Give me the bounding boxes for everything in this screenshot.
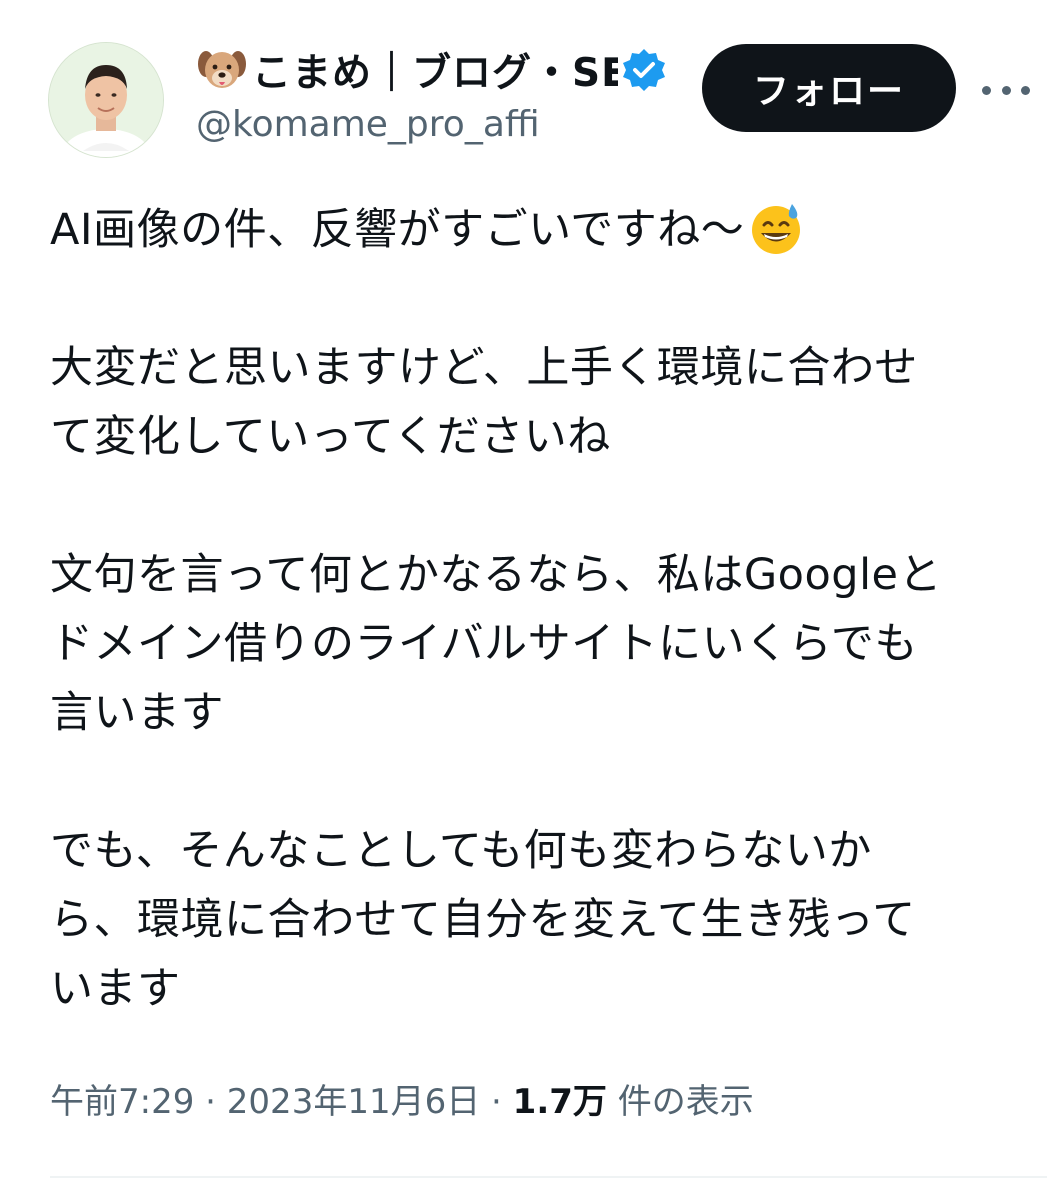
tweet-paragraph: AI画像の件、反響がすごいですね〜 xyxy=(50,196,1025,265)
tweet-date[interactable]: 2023年11月6日 xyxy=(227,1082,480,1122)
tweet-line-text: AI画像の件、反響がすごいですね〜 xyxy=(50,205,745,255)
views-count[interactable]: 1.7万 xyxy=(513,1082,607,1122)
meta-separator: · xyxy=(205,1082,216,1122)
tweet-paragraph: 大変だと思いますけど、上手く環境に合わせ て変化していってくださいね xyxy=(50,334,1025,472)
tweet-line: AI画像の件、反響がすごいですね〜 xyxy=(50,196,1025,265)
more-dots-icon xyxy=(1021,85,1030,95)
divider xyxy=(50,1176,1047,1178)
tweet-line: でも、そんなことしても何も変わらないか xyxy=(50,826,872,876)
tweet-time[interactable]: 午前7:29 xyxy=(50,1082,194,1122)
more-dots-icon xyxy=(1001,85,1011,95)
verified-badge-icon[interactable] xyxy=(620,46,668,94)
author-name-row: こまめ｜ブログ・SE xyxy=(196,40,668,100)
tweet-paragraph: 文句を言って何とかなるなら、私はGoogleと ドメイン借りのライバルサイトにい… xyxy=(50,541,1025,748)
more-options-button[interactable] xyxy=(982,70,1030,110)
meta-separator: · xyxy=(491,1082,502,1122)
tweet-line: ら、環境に合わせて自分を変えて生き残って xyxy=(50,895,916,945)
tweet-meta: 午前7:29 · 2023年11月6日 · 1.7万 件の表示 xyxy=(50,1074,754,1123)
tweet-text: AI画像の件、反響がすごいですね〜 大変だと思いますけど、上手く環境に合わせ て… xyxy=(50,196,1025,1024)
tweet-line: います xyxy=(50,964,181,1014)
tweet-line: て変化していってくださいね xyxy=(50,412,611,462)
avatar[interactable] xyxy=(48,42,164,158)
more-dots-icon xyxy=(982,85,991,95)
tweet-line: ドメイン借りのライバルサイトにいくらでも xyxy=(50,619,918,669)
follow-button[interactable]: フォロー xyxy=(702,44,956,132)
tweet-line: 大変だと思いますけど、上手く環境に合わせ xyxy=(50,343,918,393)
dog-face-icon xyxy=(196,44,248,96)
views-label: 件の表示 xyxy=(617,1082,754,1122)
tweet-container: こまめ｜ブログ・SE @komame_pro_affi フォロー AI画像の件、… xyxy=(0,0,1047,1180)
tweet-paragraph: でも、そんなことしても何も変わらないか ら、環境に合わせて自分を変えて生き残って… xyxy=(50,817,1025,1024)
author-handle[interactable]: @komame_pro_affi xyxy=(196,104,540,145)
tweet-line: 文句を言って何とかなるなら、私はGoogleと xyxy=(50,550,942,600)
author-display-name[interactable]: こまめ｜ブログ・SE xyxy=(252,42,618,98)
grinning-face-with-sweat-icon xyxy=(748,200,804,256)
tweet-line: 言います xyxy=(50,688,224,738)
